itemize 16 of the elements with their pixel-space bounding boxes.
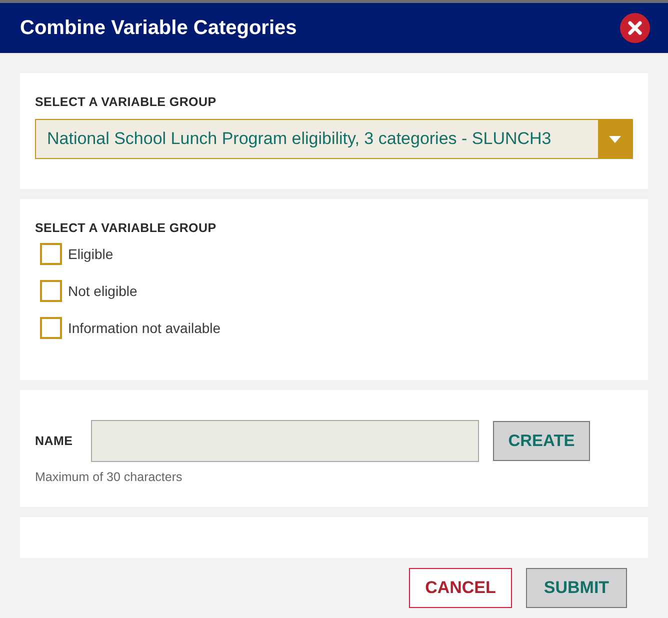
close-button[interactable] <box>620 13 650 43</box>
category-checkbox[interactable]: Information not available <box>40 317 633 339</box>
category-checkbox[interactable]: Eligible <box>40 243 633 265</box>
variable-group-dropdown[interactable]: National School Lunch Program eligibility, 3 categories - SLUNCH3 <box>35 119 633 159</box>
section-label: SELECT A VARIABLE GROUP <box>35 221 218 235</box>
category-checkbox[interactable]: Not eligible <box>40 280 633 302</box>
section-label: SELECT A VARIABLE GROUP <box>35 95 218 109</box>
submit-button[interactable]: SUBMIT <box>526 568 627 608</box>
caret-icon <box>609 136 621 142</box>
name-hint: Maximum of 30 characters <box>35 470 184 484</box>
close-icon <box>628 21 642 35</box>
cancel-button[interactable]: CANCEL <box>409 568 512 608</box>
name-label: NAME <box>35 434 74 448</box>
create-button[interactable]: CREATE <box>493 421 590 461</box>
window-title: Combine Variable Categories <box>20 16 297 40</box>
name-input-field[interactable] <box>91 420 479 462</box>
